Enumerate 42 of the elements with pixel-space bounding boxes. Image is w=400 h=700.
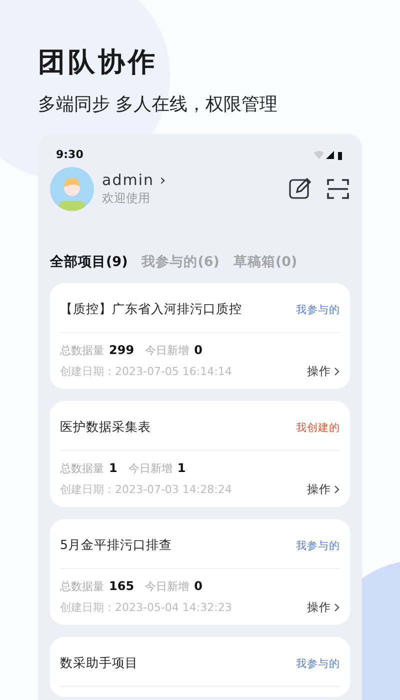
page-title: 团队协作	[38, 46, 159, 80]
created-date: 创建日期：2023-07-05 16:14:14	[60, 364, 232, 379]
created-date: 创建日期：2023-05-04 14:32:23	[60, 600, 232, 615]
stat-label: 今日新增	[145, 579, 190, 594]
project-card[interactable]: 【质控】广东省入河排污口质控 我参与的 总数据量 299 今日新增 0 创建日期：2023-07-05 16:14:14 操作	[50, 283, 350, 389]
welcome-text: 欢迎使用	[102, 190, 151, 207]
project-card[interactable]: 数采助手项目 我参与的	[50, 637, 350, 697]
stat-value: 1	[109, 461, 118, 475]
role-tag: 我参与的	[296, 538, 340, 552]
chevron-icon	[334, 367, 340, 376]
stat-value: 165	[109, 579, 134, 593]
stat-value: 0	[194, 579, 202, 593]
role-tag: 我创建的	[296, 420, 340, 434]
stat-value: 1	[177, 461, 186, 475]
stat-label: 今日新增	[128, 461, 172, 476]
project-title: 5月金平排污口排查	[60, 537, 172, 554]
stat-value: 0	[194, 343, 202, 357]
tab[interactable]: 全部项目(9)	[50, 253, 128, 271]
stat-label: 总数据量	[60, 461, 104, 476]
project-card[interactable]: 医护数据采集表 我创建的 总数据量 1 今日新增 1 创建日期：2023-07-03 14:28:24 操作	[50, 401, 350, 507]
project-title: 【质控】广东省入河排污口质控	[60, 301, 242, 318]
role-tag: 我参与的	[296, 656, 340, 670]
action-button[interactable]: 操作	[307, 364, 340, 379]
status-time: 9:30	[56, 148, 84, 161]
scan-button[interactable]	[326, 177, 350, 201]
role-tag: 我参与的	[296, 302, 340, 316]
page-subtitle: 多端同步 多人在线，权限管理	[38, 93, 279, 116]
chevron-icon	[334, 603, 340, 612]
status-icons-drawing	[314, 150, 344, 160]
project-title: 数采助手项目	[60, 655, 138, 672]
chevron-icon	[334, 485, 340, 494]
project-title: 医护数据采集表	[60, 419, 151, 436]
user-name[interactable]: admin ›	[102, 171, 274, 189]
action-button[interactable]: 操作	[307, 600, 340, 615]
project-card[interactable]: 5月金平排污口排查 我参与的 总数据量 165 今日新增 0 创建日期：2023-05-04 14:32:23 操作	[50, 519, 350, 625]
created-date: 创建日期：2023-07-03 14:28:24	[60, 482, 232, 497]
action-button[interactable]: 操作	[307, 482, 340, 497]
stat-label: 今日新增	[145, 343, 190, 358]
edit-button[interactable]	[288, 177, 312, 201]
stat-label: 总数据量	[60, 343, 104, 358]
stat-value: 299	[109, 343, 134, 357]
stat-label: 总数据量	[60, 579, 104, 594]
